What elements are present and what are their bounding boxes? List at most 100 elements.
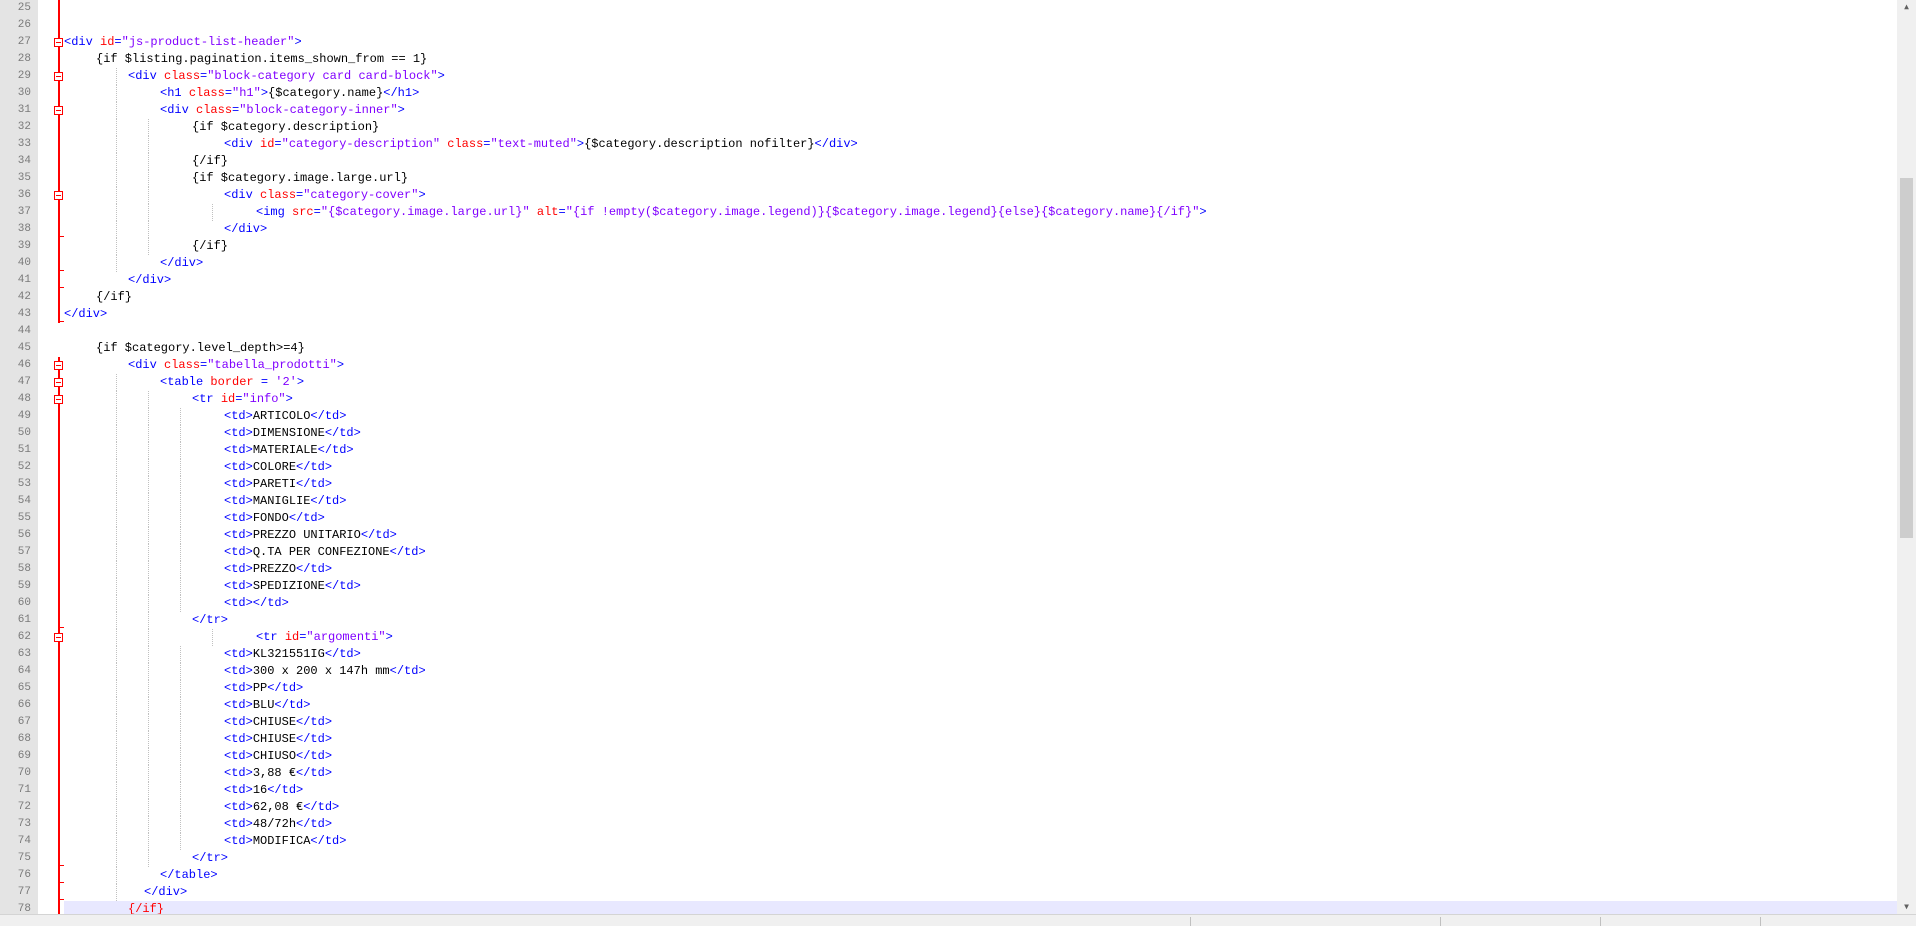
scroll-up-icon[interactable]: ▲ xyxy=(1897,0,1916,14)
fold-toggle-icon[interactable] xyxy=(54,38,63,47)
code-line[interactable]: <td>PREZZO UNITARIO</td> xyxy=(64,527,397,544)
code-token: </td> xyxy=(360,528,397,542)
code-line[interactable]: </div> xyxy=(64,884,187,901)
code-line[interactable]: {if $listing.pagination.items_shown_from… xyxy=(64,51,427,68)
line-number: 55 xyxy=(17,512,31,524)
fold-toggle-icon[interactable] xyxy=(54,378,63,387)
line-number: 42 xyxy=(17,291,31,303)
code-line[interactable]: <td>ARTICOLO</td> xyxy=(64,408,346,425)
code-editor[interactable]: 25 26 27 28 29 30 31 32 33 34 35 36 37 38 39 40 41 42 43 44… xyxy=(0,0,1916,926)
code-line[interactable]: <tr id="argomenti"> xyxy=(64,629,393,646)
code-line[interactable]: <td>SPEDIZIONE</td> xyxy=(64,578,361,595)
fold-toggle-icon[interactable] xyxy=(54,361,63,370)
indent-guide xyxy=(116,578,117,595)
code-line[interactable]: <div class="block-category card card-blo… xyxy=(64,68,445,85)
code-token: "block-category-inner" xyxy=(239,103,398,117)
code-line[interactable]: <td>48/72h</td> xyxy=(64,816,332,833)
code-token: {/if} xyxy=(128,902,165,914)
code-line[interactable]: <td>MANIGLIE</td> xyxy=(64,493,346,510)
code-line[interactable]: <tr id="info"> xyxy=(64,391,293,408)
indent-guide xyxy=(148,527,149,544)
code-token: </div> xyxy=(128,273,172,287)
line-number: 33 xyxy=(17,138,31,150)
code-line[interactable]: <td>3,88 €</td> xyxy=(64,765,332,782)
code-line[interactable]: <h1 class="h1">{$category.name}</h1> xyxy=(64,85,419,102)
code-area[interactable]: <div id="js-product-list-header"> {if $li… xyxy=(64,0,1897,914)
code-line[interactable]: </table> xyxy=(64,867,218,884)
code-line[interactable]: <div id="js-product-list-header"> xyxy=(64,34,302,51)
indent-guide xyxy=(148,680,149,697)
code-line[interactable]: {/if} xyxy=(64,289,132,306)
indent-guide xyxy=(116,119,117,136)
scroll-thumb[interactable] xyxy=(1900,178,1913,538)
code-line[interactable]: <div id="category-description" class="te… xyxy=(64,136,858,153)
code-line[interactable]: <td>FONDO</td> xyxy=(64,510,325,527)
code-line[interactable]: {/if} xyxy=(64,238,228,255)
code-line[interactable]: <div class="tabella_prodotti"> xyxy=(64,357,344,374)
code-line[interactable]: <td>DIMENSIONE</td> xyxy=(64,425,361,442)
code-line[interactable]: <td>BLU</td> xyxy=(64,697,310,714)
code-line[interactable]: <td>16</td> xyxy=(64,782,303,799)
code-token: > xyxy=(437,69,445,83)
code-line[interactable]: <td>MODIFICA</td> xyxy=(64,833,346,850)
code-line[interactable]: <td>COLORE</td> xyxy=(64,459,332,476)
code-line[interactable]: {/if} xyxy=(64,153,228,170)
fold-toggle-icon[interactable] xyxy=(54,72,63,81)
code-line[interactable]: <td>PARETI</td> xyxy=(64,476,332,493)
fold-toggle-icon[interactable] xyxy=(54,191,63,200)
code-token: <td> xyxy=(224,477,253,491)
code-line[interactable]: </div> xyxy=(64,272,171,289)
code-token: "argomenti" xyxy=(306,630,386,644)
indent-guide xyxy=(116,510,117,527)
fold-guide-line xyxy=(58,782,60,799)
code-token: id xyxy=(220,392,236,406)
fold-toggle-icon[interactable] xyxy=(54,106,63,115)
code-line[interactable]: </div> xyxy=(64,221,267,238)
code-line[interactable]: <td>62,08 €</td> xyxy=(64,799,339,816)
indent-guide xyxy=(148,629,149,646)
code-token: MODIFICA xyxy=(252,834,311,848)
code-line[interactable]: <td></td> xyxy=(64,595,289,612)
code-line[interactable]: {if $category.description} xyxy=(64,119,379,136)
code-token: <div xyxy=(128,358,165,372)
code-token: {/if} xyxy=(192,239,229,253)
code-line[interactable]: <td>Q.TA PER CONFEZIONE</td> xyxy=(64,544,426,561)
code-line[interactable]: <img src="{$category.image.large.url}" a… xyxy=(64,204,1207,221)
code-line[interactable]: </tr> xyxy=(64,850,228,867)
code-line[interactable]: <td>CHIUSE</td> xyxy=(64,714,332,731)
code-line[interactable]: <div class="category-cover"> xyxy=(64,187,426,204)
line-number: 67 xyxy=(17,716,31,728)
code-token: </td> xyxy=(296,749,333,763)
indent-guide xyxy=(116,663,117,680)
code-token: </td> xyxy=(274,698,311,712)
code-line[interactable]: </tr> xyxy=(64,612,228,629)
code-line[interactable]: </div> xyxy=(64,255,203,272)
indent-guide xyxy=(148,391,149,408)
current-code-line[interactable]: {/if} xyxy=(64,901,1897,914)
vertical-scrollbar[interactable]: ▲ ▼ xyxy=(1897,0,1916,914)
fold-toggle-icon[interactable] xyxy=(54,395,63,404)
code-line[interactable]: <td>CHIUSO</td> xyxy=(64,748,332,765)
code-line[interactable]: <td>KL321551IG</td> xyxy=(64,646,361,663)
fold-guide-line xyxy=(58,17,60,34)
code-line[interactable]: {if $category.level_depth>=4} xyxy=(64,340,305,357)
code-token: CHIUSE xyxy=(252,715,297,729)
code-token: > xyxy=(294,35,302,49)
code-line[interactable]: <td>MATERIALE</td> xyxy=(64,442,354,459)
code-line[interactable]: <td>300 x 200 x 147h mm</td> xyxy=(64,663,426,680)
code-token: <td> xyxy=(224,579,253,593)
fold-guide-line xyxy=(58,663,60,680)
indent-guide xyxy=(148,408,149,425)
indent-guide xyxy=(180,765,181,782)
fold-margin[interactable] xyxy=(38,0,64,918)
scroll-down-icon[interactable]: ▼ xyxy=(1897,900,1916,914)
code-line[interactable]: <td>PP</td> xyxy=(64,680,303,697)
indent-guide xyxy=(180,748,181,765)
line-number: 57 xyxy=(17,546,31,558)
code-line[interactable]: </div> xyxy=(64,306,107,323)
code-line[interactable]: <td>PREZZO</td> xyxy=(64,561,332,578)
code-line[interactable]: <td>CHIUSE</td> xyxy=(64,731,332,748)
fold-toggle-icon[interactable] xyxy=(54,633,63,642)
fold-guide-line xyxy=(58,799,60,816)
code-line[interactable]: <table border = '2'> xyxy=(64,374,304,391)
